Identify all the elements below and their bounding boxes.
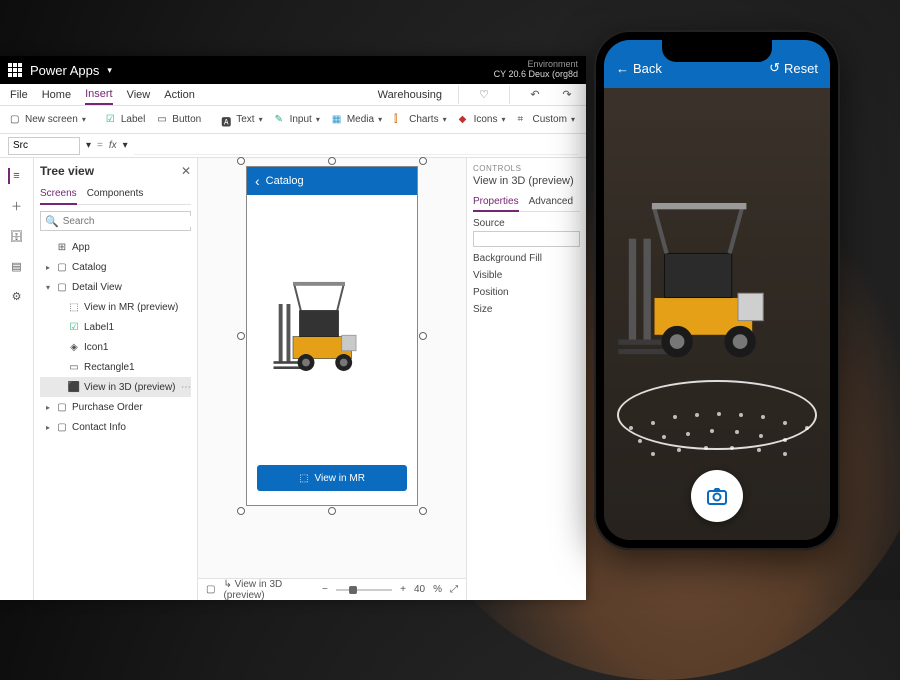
tree-view-panel: Tree view ✕ Screens Components 🔍 ⊞App ▸▢C… [34, 158, 198, 600]
menubar: File Home Insert View Action Warehousing… [0, 84, 586, 106]
forklift-3d-model [267, 265, 397, 395]
menu-home[interactable]: Home [42, 89, 71, 101]
fx-label: fx [109, 140, 117, 151]
zoom-slider[interactable] [336, 589, 392, 591]
environment-picker[interactable]: Environment CY 20.6 Deux (org8d [494, 60, 578, 80]
formula-bar: ▾ = fx ▾ [0, 134, 586, 158]
prop-source-input[interactable] [473, 231, 580, 247]
tree-node-viewmr[interactable]: ⬚View in MR (preview) [40, 297, 191, 317]
formula-input[interactable] [134, 137, 578, 155]
cube-icon: ⬚ [299, 473, 308, 484]
tab-advanced[interactable]: Advanced [529, 193, 573, 211]
insert-label-button[interactable]: ☑Label [102, 112, 149, 128]
panel-section-label: CONTROLS [473, 164, 580, 173]
canvas[interactable]: ‹ Catalog [198, 158, 466, 600]
tree-node-icon1[interactable]: ◈Icon1 [40, 337, 191, 357]
phone-notch [662, 40, 772, 62]
app-checker-icon[interactable]: ♡ [475, 86, 493, 104]
tree-node-view3d[interactable]: ⬛View in 3D (preview)⋯ [40, 377, 191, 397]
menu-action[interactable]: Action [164, 89, 195, 101]
app-launcher-icon[interactable] [8, 63, 22, 77]
close-icon[interactable]: ✕ [181, 164, 191, 178]
tree-node-detail[interactable]: ▾▢Detail View [40, 277, 191, 297]
zoom-in-icon[interactable]: + [400, 584, 406, 595]
rail-media-icon[interactable]: ▤ [9, 258, 25, 274]
properties-panel: CONTROLS View in 3D (preview) Properties… [466, 158, 586, 600]
insert-icons-button[interactable]: ◆Icons▾ [455, 112, 510, 128]
tab-properties[interactable]: Properties [473, 193, 519, 212]
phone-mockup: ← Back ↺ Reset [594, 30, 840, 550]
rail-tree-icon[interactable]: ≡ [8, 168, 24, 184]
tree-title: Tree view [40, 164, 94, 178]
search-input[interactable] [63, 216, 195, 227]
menu-file[interactable]: File [10, 89, 28, 101]
menu-view[interactable]: View [127, 89, 151, 101]
property-selector[interactable] [8, 137, 80, 155]
prop-bgfill-label: Background Fill [473, 253, 580, 264]
zoom-value: 40 [414, 584, 425, 595]
new-screen-button[interactable]: ▢New screen▾ [6, 112, 90, 128]
ribbon: ▢New screen▾ ☑Label ▭Button 🅰Text▾ ✎Inpu… [0, 106, 586, 134]
back-chevron-icon[interactable]: ‹ [255, 173, 260, 189]
ar-forklift-model[interactable] [612, 182, 822, 392]
insert-media-button[interactable]: ▦Media▾ [328, 112, 386, 128]
device-preview[interactable]: ‹ Catalog [246, 166, 418, 506]
ar-scene[interactable] [604, 88, 830, 540]
prop-size-label: Size [473, 304, 580, 315]
tree-node-rect1[interactable]: ▭Rectangle1 [40, 357, 191, 377]
insert-custom-button[interactable]: ⌗Custom▾ [514, 112, 579, 128]
prop-position-label: Position [473, 287, 580, 298]
view-in-3d-control[interactable] [267, 195, 397, 465]
search-icon: 🔍 [45, 215, 59, 228]
tree-node-label1[interactable]: ☑Label1 [40, 317, 191, 337]
rail-insert-icon[interactable]: ＋ [9, 198, 25, 214]
left-rail: ≡ ＋ 🗄 ▤ ⚙ [0, 158, 34, 600]
tab-screens[interactable]: Screens [40, 184, 77, 205]
tree-node-catalog[interactable]: ▸▢Catalog [40, 257, 191, 277]
insert-aibuilder-button[interactable]: ✦AI Builder▾ [583, 112, 586, 128]
canvas-footer: ▢ ↳ View in 3D (preview) − + 40 % ⤢ [198, 578, 466, 600]
tree-search[interactable]: 🔍 [40, 211, 191, 231]
tree-node-purchase[interactable]: ▸▢Purchase Order [40, 397, 191, 417]
capture-button[interactable] [691, 470, 743, 522]
fit-icon[interactable]: ⤢ [450, 584, 458, 595]
breadcrumb[interactable]: ↳ View in 3D (preview) [223, 579, 306, 601]
tree-node-app[interactable]: ⊞App [40, 237, 191, 257]
reset-icon: ↺ [769, 60, 780, 76]
back-arrow-icon: ← [616, 61, 629, 76]
redo-icon[interactable]: ↷ [558, 86, 576, 104]
titlebar: Power Apps ▾ Environment CY 20.6 Deux (o… [0, 56, 586, 84]
breadcrumb-icon: ▢ [206, 584, 215, 595]
tree-node-contact[interactable]: ▸▢Contact Info [40, 417, 191, 437]
insert-input-button[interactable]: ✎Input▾ [271, 112, 324, 128]
menu-insert[interactable]: Insert [85, 88, 113, 105]
undo-icon[interactable]: ↶ [526, 86, 544, 104]
view-in-mr-button[interactable]: ⬚ View in MR [257, 465, 407, 491]
insert-text-button[interactable]: 🅰Text▾ [217, 112, 266, 128]
insert-button-button[interactable]: ▭Button [153, 112, 205, 128]
prop-source-label: Source [473, 218, 580, 229]
back-button[interactable]: ← Back [616, 61, 662, 76]
reset-button[interactable]: ↺ Reset [769, 60, 818, 76]
app-name: Warehousing [378, 89, 442, 101]
screen-header: ‹ Catalog [247, 167, 417, 195]
zoom-out-icon[interactable]: − [322, 584, 328, 595]
rail-data-icon[interactable]: 🗄 [9, 228, 25, 244]
screen-title: Catalog [266, 175, 304, 187]
rail-advanced-icon[interactable]: ⚙ [9, 288, 25, 304]
insert-charts-button[interactable]: ⫿Charts▾ [390, 112, 450, 128]
product-chevron-icon[interactable]: ▾ [107, 65, 112, 76]
tab-components[interactable]: Components [87, 184, 144, 204]
camera-icon [705, 484, 729, 508]
powerapps-editor-window: Power Apps ▾ Environment CY 20.6 Deux (o… [0, 56, 586, 600]
product-name: Power Apps [30, 63, 99, 78]
selected-control-name: View in 3D (preview) [473, 175, 580, 187]
prop-visible-label: Visible [473, 270, 580, 281]
